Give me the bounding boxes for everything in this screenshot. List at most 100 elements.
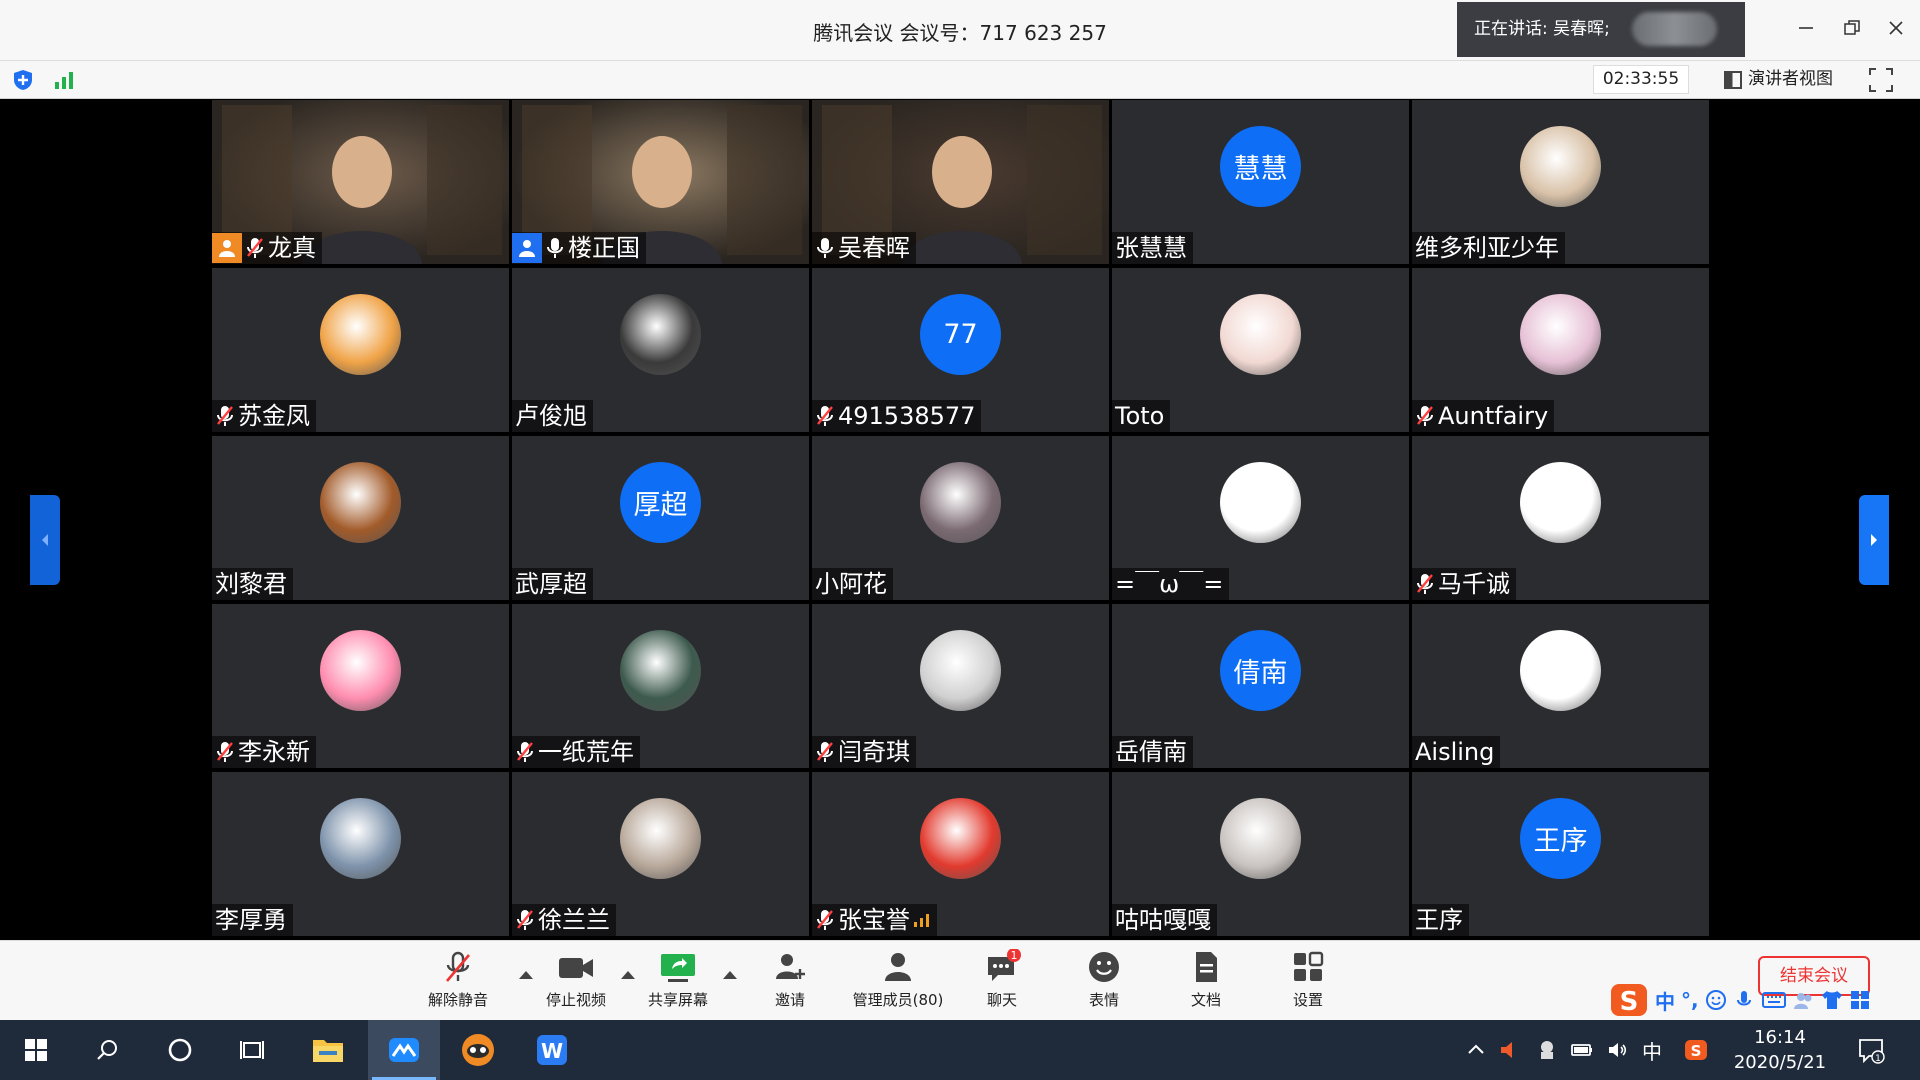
- sogou-tray-icon[interactable]: S: [1684, 1038, 1708, 1062]
- participant-nameplate: 徐兰兰: [512, 904, 616, 936]
- participant-nameplate: 吴春晖: [812, 232, 916, 264]
- video-options-caret[interactable]: [621, 971, 635, 979]
- participant-name: 王序: [1415, 906, 1463, 934]
- task-view-button[interactable]: [216, 1020, 288, 1080]
- participant-tile[interactable]: 李厚勇: [212, 772, 509, 936]
- participant-tile[interactable]: 李永新: [212, 604, 509, 768]
- speaking-indicator: 正在讲话: 吴春晖;: [1457, 2, 1745, 57]
- participant-tile[interactable]: 徐兰兰: [512, 772, 809, 936]
- participant-tile[interactable]: 张宝誉: [812, 772, 1109, 936]
- host-icon: [212, 233, 242, 263]
- muted-mic-icon: [1417, 406, 1433, 426]
- participant-nameplate: 张慧慧: [1112, 232, 1193, 264]
- participant-tile[interactable]: 苏金凤: [212, 268, 509, 432]
- participant-nameplate: 王序: [1412, 904, 1469, 936]
- participant-tile[interactable]: 龙真: [212, 100, 509, 264]
- next-page-button[interactable]: [1859, 495, 1889, 585]
- notification-center-icon[interactable]: 1: [1857, 1036, 1885, 1064]
- speaker-alert-icon[interactable]: [1497, 1038, 1521, 1062]
- tray-chevron-up-icon[interactable]: [1464, 1038, 1488, 1062]
- close-icon: [1889, 21, 1903, 35]
- participant-tile[interactable]: 闫奇琪: [812, 604, 1109, 768]
- participant-nameplate: 李厚勇: [212, 904, 293, 936]
- participant-tile[interactable]: Aisling: [1412, 604, 1709, 768]
- svg-text:S: S: [1691, 1042, 1702, 1060]
- ime-punct[interactable]: °,: [1681, 988, 1699, 1012]
- participant-nameplate: 武厚超: [512, 568, 593, 600]
- keyboard-icon[interactable]: [1761, 989, 1787, 1011]
- bw-portrait-avatar: [920, 630, 1001, 711]
- participant-tile[interactable]: 小阿花: [812, 436, 1109, 600]
- documents-button[interactable]: 文档: [1166, 949, 1246, 1015]
- volume-icon[interactable]: [1606, 1038, 1630, 1062]
- muted-mic-icon: [817, 406, 833, 426]
- toolbox-grid-icon[interactable]: [1849, 989, 1871, 1011]
- sogou-ime-icon[interactable]: S: [1609, 981, 1649, 1019]
- invite-label: 邀请: [774, 991, 805, 1009]
- wps-writer-app[interactable]: W: [516, 1020, 588, 1080]
- fullscreen-icon[interactable]: [1868, 67, 1894, 93]
- wps-writer-icon: W: [537, 1035, 567, 1065]
- search-icon: [97, 1040, 117, 1060]
- reactions-button[interactable]: 表情: [1064, 949, 1144, 1015]
- participant-tile[interactable]: 刘黎君: [212, 436, 509, 600]
- participant-nameplate: 维多利亚少年: [1412, 232, 1565, 264]
- network-signal-icon[interactable]: [53, 70, 75, 90]
- cortana-circle-icon: [168, 1038, 192, 1062]
- unmute-button[interactable]: 解除静音: [418, 949, 498, 1015]
- black-cartoon-avatar: [1220, 798, 1301, 879]
- search-button[interactable]: [72, 1020, 144, 1080]
- participant-tile[interactable]: 咕咕嘎嘎: [1112, 772, 1409, 936]
- tray-app-icon[interactable]: [1535, 1038, 1559, 1062]
- participant-tile[interactable]: =￣ω￣=: [1112, 436, 1409, 600]
- audio-options-caret[interactable]: [519, 971, 533, 979]
- participant-tile[interactable]: 厚超 武厚超: [512, 436, 809, 600]
- chat-icon: 1: [988, 949, 1021, 981]
- chat-button[interactable]: 1 聊天: [962, 949, 1042, 1015]
- voice-input-icon[interactable]: [1733, 989, 1755, 1011]
- folder-icon: [313, 1040, 343, 1062]
- participant-tile[interactable]: 倩南 岳倩南: [1112, 604, 1409, 768]
- file-explorer-app[interactable]: [292, 1020, 364, 1080]
- manage-members-button[interactable]: 管理成员(80): [843, 949, 953, 1015]
- restore-icon: [1844, 20, 1860, 35]
- settings-button[interactable]: 设置: [1268, 949, 1348, 1015]
- participant-tile[interactable]: 王序 王序: [1412, 772, 1709, 936]
- cortana-button[interactable]: [144, 1020, 216, 1080]
- share-options-caret[interactable]: [723, 971, 737, 979]
- participant-name: 491538577: [838, 402, 976, 430]
- input-language-indicator[interactable]: 中: [1642, 1036, 1662, 1065]
- close-button[interactable]: [1876, 12, 1916, 48]
- participant-tile[interactable]: Auntfairy: [1412, 268, 1709, 432]
- tencent-meeting-app[interactable]: [368, 1020, 440, 1080]
- prev-page-button[interactable]: [30, 495, 60, 585]
- invite-button[interactable]: 邀请: [750, 949, 830, 1015]
- security-shield-icon[interactable]: [12, 69, 34, 91]
- add-person-icon: [776, 954, 805, 979]
- minimize-button[interactable]: [1786, 12, 1826, 48]
- participant-tile[interactable]: 楼正国: [512, 100, 809, 264]
- emoji-icon[interactable]: [1705, 989, 1727, 1011]
- share-screen-button[interactable]: 共享屏幕: [638, 949, 718, 1015]
- participant-tile[interactable]: 维多利亚少年: [1412, 100, 1709, 264]
- participant-tile[interactable]: 卢俊旭: [512, 268, 809, 432]
- battery-icon[interactable]: [1570, 1038, 1594, 1062]
- restore-button[interactable]: [1832, 12, 1872, 48]
- skin-shirt-icon[interactable]: [1821, 989, 1843, 1011]
- user-group-icon[interactable]: [1793, 989, 1815, 1011]
- participant-name: 张慧慧: [1115, 234, 1187, 262]
- system-clock[interactable]: 16:14 2020/5/21: [1730, 1025, 1830, 1075]
- raccoon-app[interactable]: [442, 1020, 514, 1080]
- participant-tile[interactable]: 77 491538577: [812, 268, 1109, 432]
- start-button[interactable]: [0, 1020, 72, 1080]
- participant-tile[interactable]: 慧慧 张慧慧: [1112, 100, 1409, 264]
- participant-tile[interactable]: 一纸荒年: [512, 604, 809, 768]
- stop-video-button[interactable]: 停止视频: [536, 949, 616, 1015]
- participant-tile[interactable]: 马千诚: [1412, 436, 1709, 600]
- participant-tile[interactable]: Toto: [1112, 268, 1409, 432]
- windows-taskbar: W 中 S 16:14 2020/5/21 1: [0, 1020, 1920, 1080]
- participant-tile[interactable]: 吴春晖: [812, 100, 1109, 264]
- speaker-view-button[interactable]: 演讲者视图: [1720, 65, 1842, 94]
- ime-mode[interactable]: 中: [1655, 986, 1675, 1015]
- participant-name: Auntfairy: [1438, 402, 1549, 430]
